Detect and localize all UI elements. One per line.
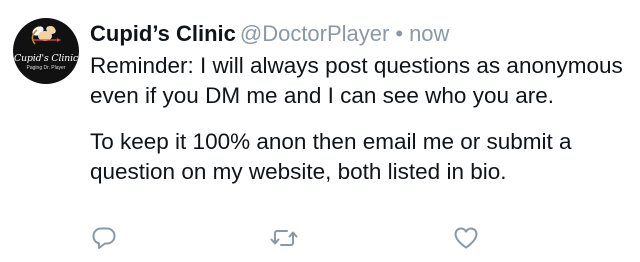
avatar-tagline: Paging Dr. Player (26, 65, 66, 71)
reply-icon (92, 227, 116, 249)
cupid-logo-icon (31, 26, 61, 45)
author-handle[interactable]: @DoctorPlayer (240, 21, 390, 46)
heart-icon (454, 227, 478, 249)
tweet-paragraph: To keep it 100% anon then email me or su… (90, 129, 572, 184)
tweet-card: Cupid's Clinic Paging Dr. Player Cupid’s… (0, 0, 640, 262)
avatar[interactable]: Cupid's Clinic Paging Dr. Player (13, 18, 79, 84)
tweet-actions (0, 224, 640, 252)
reply-button[interactable] (90, 224, 118, 252)
retweet-icon (270, 230, 298, 246)
retweet-button[interactable] (270, 224, 298, 252)
tweet-timestamp[interactable]: now (409, 21, 449, 46)
like-button[interactable] (452, 224, 480, 252)
tweet-text: Reminder: I will always post questions a… (90, 51, 630, 187)
tweet-header: Cupid’s Clinic @DoctorPlayer • now (90, 20, 449, 48)
author-display-name[interactable]: Cupid’s Clinic (90, 21, 236, 46)
header-separator: • (395, 21, 404, 46)
tweet-paragraph: Reminder: I will always post questions a… (90, 53, 623, 108)
avatar-brand-text: Cupid's Clinic (13, 53, 79, 64)
